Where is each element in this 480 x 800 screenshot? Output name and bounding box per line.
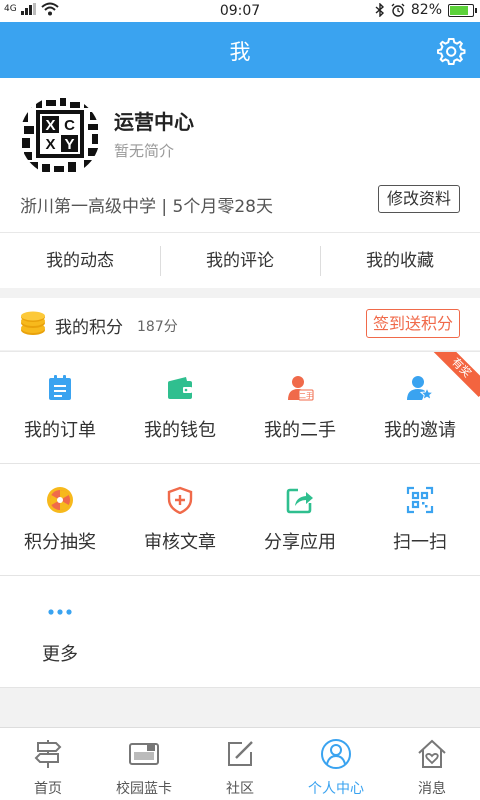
points-value: 187分: [137, 319, 178, 335]
alarm-icon: [391, 3, 405, 17]
grid-item-my-invites[interactable]: 我的邀请 有奖: [360, 352, 480, 464]
activity-tabs: 我的动态 我的评论 我的收藏: [0, 232, 480, 288]
grid-item-label: 审核文章: [144, 532, 216, 553]
nav-personal-center[interactable]: 个人中心: [288, 728, 384, 800]
grid-item-label: 我的二手: [264, 420, 336, 441]
share-icon: [286, 488, 313, 514]
grid-row: 积分抽奖 审核文章 分享应用 扫一扫: [0, 464, 480, 576]
school-info: 浙川第一高级中学 | 5个月零28天: [20, 197, 273, 217]
profile-card: X C X Y 运营中心 暂无简介 浙川第一高级中学 | 5个月零28天 修改资…: [0, 78, 480, 232]
tab-my-favorites[interactable]: 我的收藏: [320, 233, 480, 288]
more-dots-icon: [48, 609, 72, 615]
avatar-letter: X: [45, 136, 55, 153]
nav-community[interactable]: 社区: [192, 728, 288, 800]
bluetooth-icon: [375, 3, 384, 17]
username: 运营中心: [114, 110, 194, 134]
signpost-icon: [34, 740, 62, 768]
grid-item-scan[interactable]: 扫一扫: [360, 464, 480, 576]
grid-item-share-app[interactable]: 分享应用: [240, 464, 360, 576]
secondhand-badge: 二手: [299, 391, 313, 400]
grid-item-label: 我的邀请: [384, 420, 456, 441]
tab-my-posts[interactable]: 我的动态: [0, 233, 160, 288]
grid-item-label: 积分抽奖: [24, 532, 96, 553]
nav-label: 校园蓝卡: [116, 781, 172, 797]
grid-item-label: 我的订单: [24, 420, 96, 441]
nav-label: 首页: [34, 781, 62, 797]
grid-item-label: 扫一扫: [393, 532, 447, 553]
tab-my-comments[interactable]: 我的评论: [160, 233, 320, 288]
home-heart-icon: [418, 739, 446, 768]
ribbon-clip: 有奖: [420, 352, 480, 412]
user-icon: [321, 739, 351, 769]
grid-item-label: 更多: [42, 644, 78, 665]
nav-label: 消息: [418, 781, 446, 797]
campus-card-icon: [129, 743, 159, 765]
page-title: 我: [229, 40, 251, 64]
grid-item-label: 我的钱包: [144, 420, 216, 441]
app-bar: 我: [0, 22, 480, 78]
grid-item-more[interactable]: 更多: [0, 576, 120, 688]
user-bio: 暂无简介: [114, 142, 175, 160]
grid-item-my-secondhand[interactable]: 二手 我的二手: [240, 352, 360, 464]
battery-percent: 82%: [410, 2, 442, 18]
coins-icon: [21, 311, 45, 335]
review-shield-icon: [167, 486, 193, 514]
grid-item-review-articles[interactable]: 审核文章: [120, 464, 240, 576]
bottom-nav: 首页 校园蓝卡 社区 个人中心 消息: [0, 727, 480, 800]
avatar-letter: X: [45, 117, 55, 134]
grid-item-label: 分享应用: [264, 532, 336, 553]
grid-item-my-wallet[interactable]: 我的钱包: [120, 352, 240, 464]
grid-item-my-orders[interactable]: 我的订单: [0, 352, 120, 464]
secondhand-icon: 二手: [288, 376, 314, 401]
grid-row: 更多: [0, 576, 480, 688]
prize-ribbon: 有奖: [432, 352, 480, 397]
nav-home[interactable]: 首页: [0, 728, 96, 800]
grid-item-points-lottery[interactable]: 积分抽奖: [0, 464, 120, 576]
nav-label: 个人中心: [308, 781, 364, 797]
feature-grid: 我的订单 我的钱包 二手 我的二手 我的邀请 有奖 积分抽奖 审核文章 分享应用…: [0, 351, 480, 688]
scan-qr-icon: [406, 486, 434, 514]
avatar[interactable]: X C X Y: [20, 96, 100, 176]
wallet-icon: [168, 377, 192, 399]
status-right: 82%: [375, 2, 477, 18]
nav-label: 社区: [226, 781, 254, 797]
points-row[interactable]: 我的积分 187分 签到送积分: [0, 298, 480, 350]
nav-campus-card[interactable]: 校园蓝卡: [96, 728, 192, 800]
status-bar: 4G 09:07 82%: [0, 0, 480, 22]
gear-icon[interactable]: [436, 36, 466, 66]
compose-icon: [228, 741, 253, 766]
grid-row: 我的订单 我的钱包 二手 我的二手 我的邀请 有奖: [0, 352, 480, 464]
order-icon: [49, 375, 71, 400]
signin-bonus-button[interactable]: 签到送积分: [365, 309, 460, 338]
qr-avatar-icon: X C X Y: [20, 96, 100, 176]
lottery-wheel-icon: [47, 487, 73, 513]
avatar-letter: C: [64, 117, 75, 134]
battery-icon: [448, 3, 477, 17]
nav-messages[interactable]: 消息: [384, 728, 480, 800]
avatar-letter: Y: [64, 136, 74, 153]
points-label: 我的积分: [55, 318, 123, 338]
edit-profile-button[interactable]: 修改资料: [377, 185, 460, 213]
battery-fill: [450, 5, 469, 15]
